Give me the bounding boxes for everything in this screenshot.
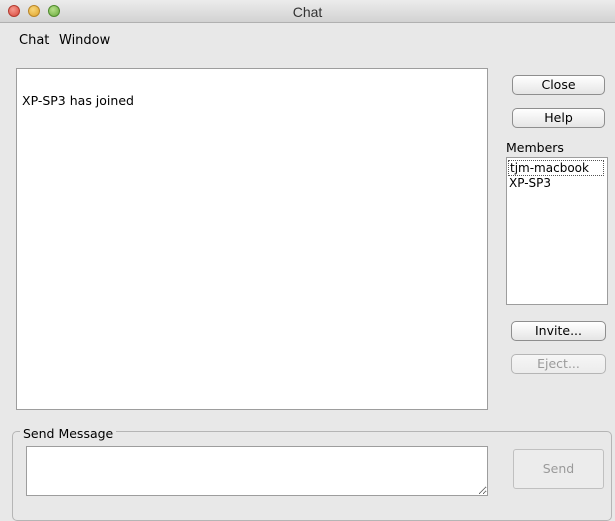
member-item-xp-sp3[interactable]: XP-SP3	[508, 176, 552, 190]
help-button[interactable]: Help	[512, 108, 605, 128]
members-label: Members	[506, 140, 564, 155]
eject-button[interactable]: Eject...	[511, 354, 606, 374]
member-item-tjm-macbook[interactable]: tjm-macbook	[508, 160, 604, 176]
title-bar[interactable]: Chat	[0, 0, 615, 23]
send-button[interactable]: Send	[513, 449, 604, 489]
chat-log-line: XP-SP3 has joined	[22, 93, 134, 108]
message-input[interactable]	[26, 446, 488, 496]
menu-chat[interactable]: Chat	[19, 33, 49, 48]
menu-window[interactable]: Window	[59, 33, 110, 48]
close-button[interactable]: Close	[512, 75, 605, 95]
members-list[interactable]: tjm-macbook XP-SP3	[506, 157, 608, 305]
send-message-label: Send Message	[20, 426, 117, 441]
invite-button[interactable]: Invite...	[511, 321, 606, 341]
window-title: Chat	[292, 4, 323, 20]
chat-log[interactable]: XP-SP3 has joined	[16, 68, 488, 410]
